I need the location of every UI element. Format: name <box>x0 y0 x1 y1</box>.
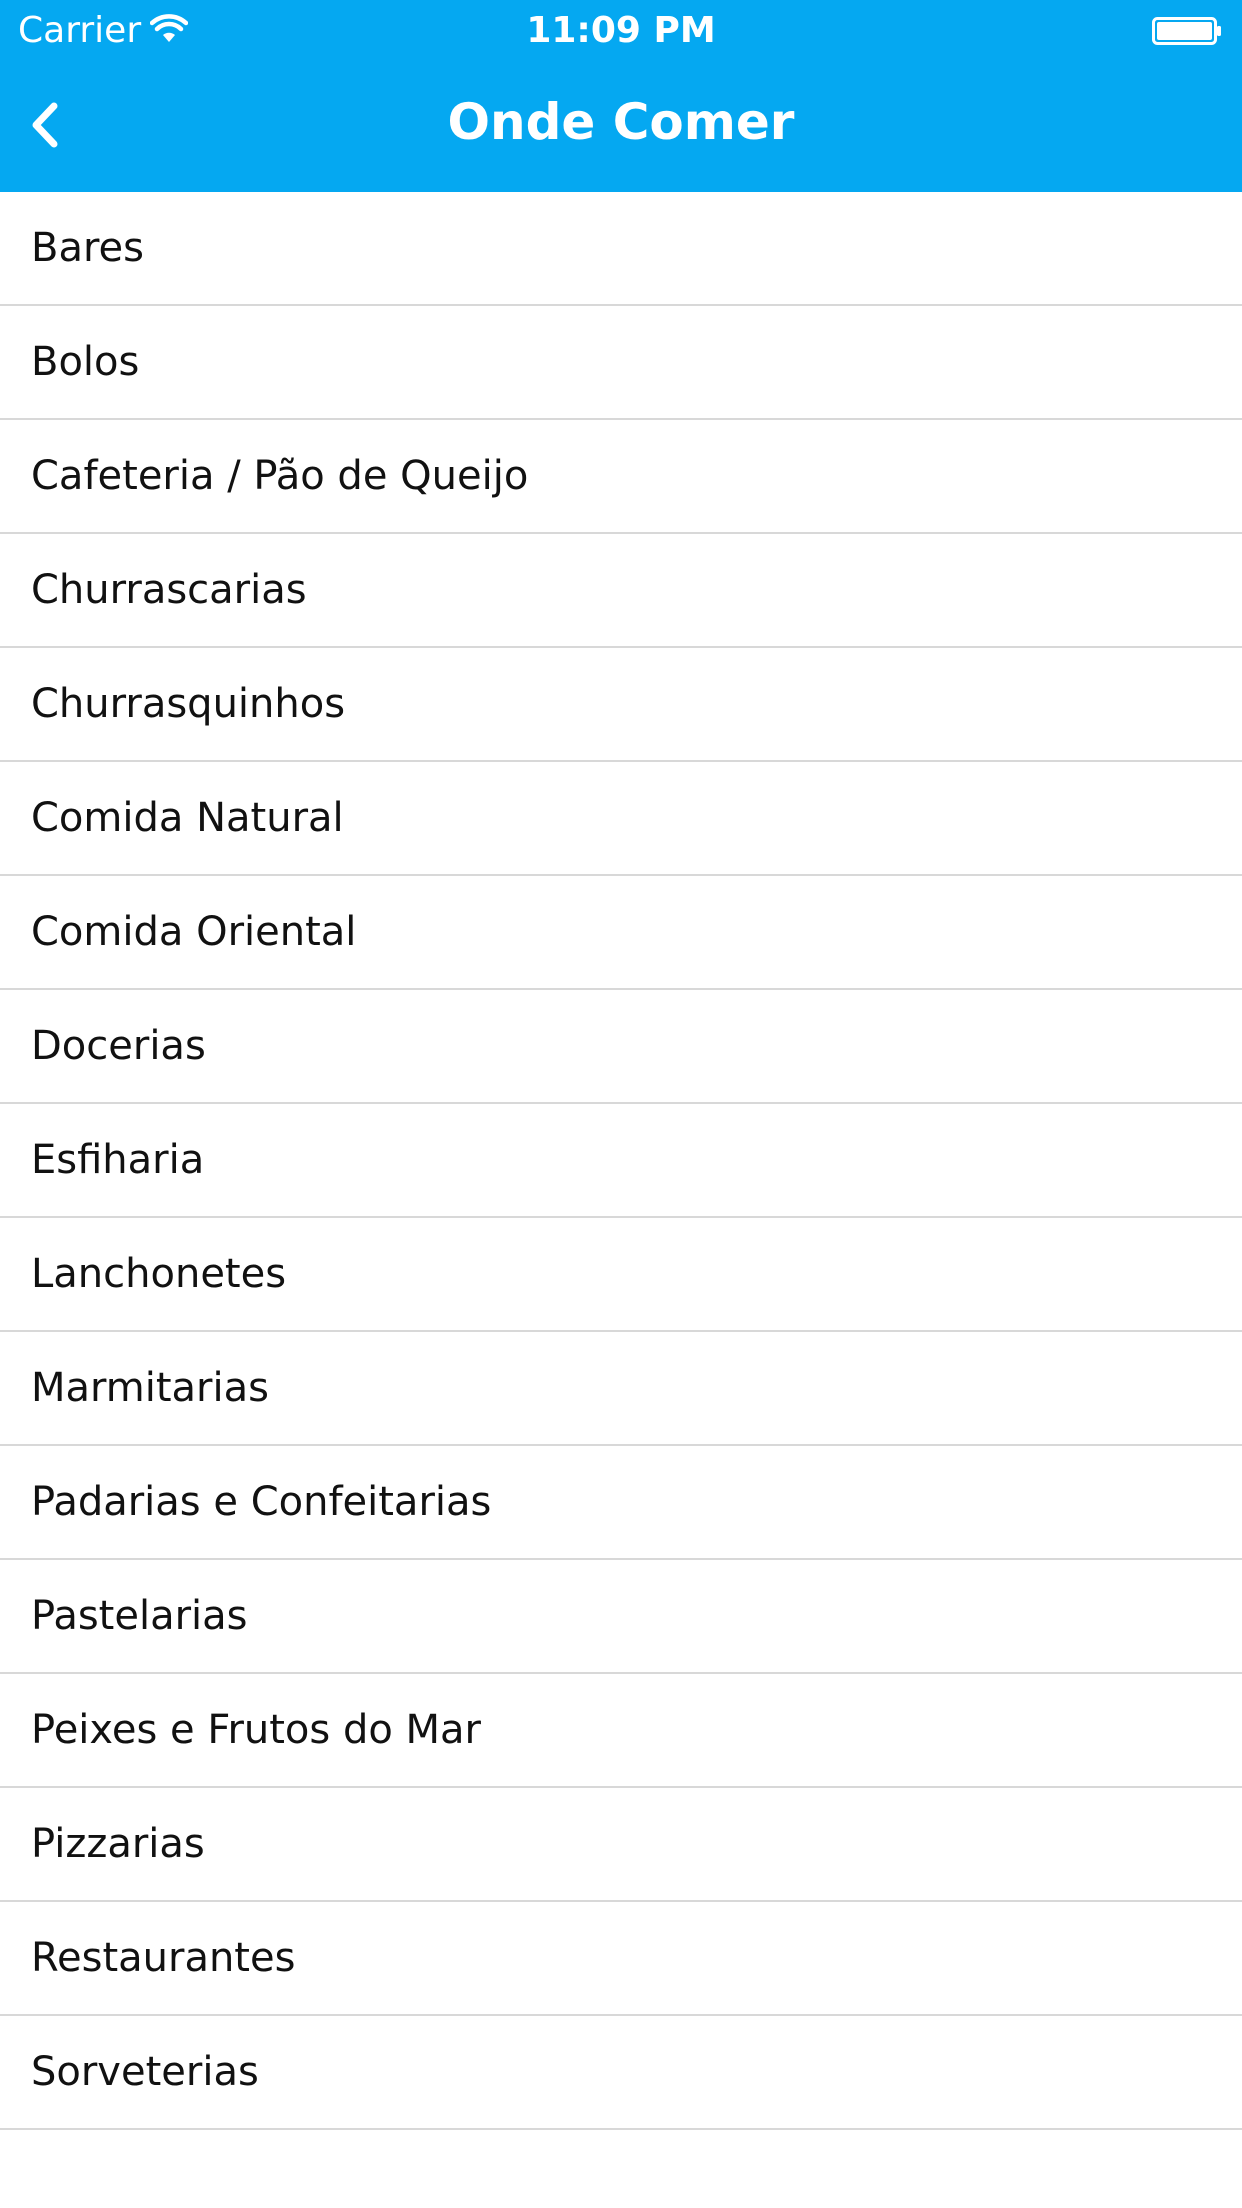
list-item-label: Sorveterias <box>31 2049 259 2095</box>
list-item-label: Lanchonetes <box>31 1251 287 1297</box>
list-item-label: Comida Natural <box>31 795 344 841</box>
list-item[interactable]: Docerias <box>0 990 1242 1104</box>
list-item-label: Padarias e Confeitarias <box>31 1479 492 1525</box>
list-item[interactable]: Comida Oriental <box>0 876 1242 990</box>
list-item[interactable]: Sorveterias <box>0 2016 1242 2130</box>
category-list: Bares Bolos Cafeteria / Pão de Queijo Churr… <box>0 192 1242 2130</box>
app-header: Carrier 11:09 PM Onde Comer <box>0 0 1242 192</box>
list-item-label: Churrasquinhos <box>31 681 346 727</box>
list-item-label: Docerias <box>31 1023 206 1069</box>
list-item-label: Peixes e Frutos do Mar <box>31 1707 481 1753</box>
back-button[interactable] <box>10 90 80 160</box>
list-item[interactable]: Pizzarias <box>0 1788 1242 1902</box>
list-item[interactable]: Comida Natural <box>0 762 1242 876</box>
list-item[interactable]: Peixes e Frutos do Mar <box>0 1674 1242 1788</box>
list-item[interactable]: Pastelarias <box>0 1560 1242 1674</box>
navigation-bar: Onde Comer <box>0 60 1242 192</box>
list-item[interactable]: Bares <box>0 192 1242 306</box>
list-item-label: Pizzarias <box>31 1821 205 1867</box>
list-item-label: Esfiharia <box>31 1137 205 1183</box>
list-item[interactable]: Cafeteria / Pão de Queijo <box>0 420 1242 534</box>
list-item[interactable]: Churrascarias <box>0 534 1242 648</box>
page-title: Onde Comer <box>447 93 795 151</box>
list-item-label: Marmitarias <box>31 1365 269 1411</box>
list-item[interactable]: Bolos <box>0 306 1242 420</box>
list-item[interactable]: Marmitarias <box>0 1332 1242 1446</box>
status-bar: Carrier 11:09 PM <box>0 0 1242 60</box>
list-item[interactable]: Churrasquinhos <box>0 648 1242 762</box>
list-item[interactable]: Padarias e Confeitarias <box>0 1446 1242 1560</box>
list-item-label: Cafeteria / Pão de Queijo <box>31 453 529 499</box>
chevron-left-icon <box>32 102 58 148</box>
status-time: 11:09 PM <box>526 10 716 51</box>
list-item[interactable]: Restaurantes <box>0 1902 1242 2016</box>
list-item-label: Restaurantes <box>31 1935 296 1981</box>
list-item-label: Bares <box>31 225 144 271</box>
list-item-label: Churrascarias <box>31 567 307 613</box>
list-item-label: Pastelarias <box>31 1593 248 1639</box>
battery-icon <box>1152 17 1221 45</box>
list-item[interactable]: Lanchonetes <box>0 1218 1242 1332</box>
list-item[interactable]: Esfiharia <box>0 1104 1242 1218</box>
list-item-label: Comida Oriental <box>31 909 357 955</box>
list-item-label: Bolos <box>31 339 140 385</box>
